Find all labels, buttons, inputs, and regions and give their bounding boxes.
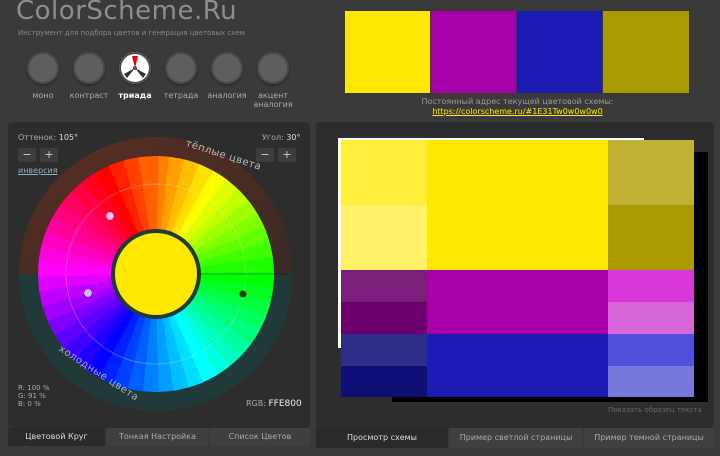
wheel-handle-b[interactable]	[84, 289, 92, 297]
mode-label: аналогия	[207, 91, 247, 100]
mode-label: моно	[32, 91, 54, 100]
analogy-dial-icon	[211, 52, 243, 84]
scheme-preview-panel: Показать образец текста	[316, 122, 714, 428]
color-wheel-panel: Оттенок: 105° − + инверсия Угол: 30° − +…	[8, 122, 310, 428]
selected-color-disc	[115, 233, 197, 315]
mode-label: триада	[118, 91, 152, 100]
tab-fine-tune[interactable]: Тонкая Настройка	[107, 428, 208, 446]
preview-secondary-b-dark1	[341, 334, 427, 366]
swatch-secondary-a[interactable]	[431, 11, 516, 93]
tab-color-wheel[interactable]: Цветовой Круг	[8, 428, 105, 446]
accent-analogy-dial-icon	[257, 52, 289, 84]
permalink-label: Постоянный адрес текущей цветовой схемы:	[421, 97, 614, 106]
tab-light-page-example[interactable]: Пример светлой страницы	[450, 428, 582, 448]
mono-dial-icon	[27, 52, 59, 84]
preview-primary	[427, 140, 608, 270]
preview-secondary-b-light2	[608, 366, 694, 397]
mode-mono[interactable]: моно	[20, 52, 66, 100]
site-tagline: Инструмент для подбора цветов и генераци…	[18, 29, 245, 37]
wheel-handle-a[interactable]	[106, 212, 114, 220]
swatch-secondary-b[interactable]	[517, 11, 602, 93]
preview-secondary-a	[427, 270, 608, 334]
swatch-complement[interactable]	[603, 11, 689, 93]
tab-dark-page-example[interactable]: Пример темной страницы	[584, 428, 714, 448]
preview-secondary-b-dark2	[341, 366, 427, 397]
mode-label: акцент аналогия	[253, 91, 293, 109]
preview-secondary-a-dark2	[341, 302, 427, 334]
rgb-hex-readout: RGB: FFE800	[246, 399, 302, 409]
tab-scheme-preview[interactable]: Просмотр схемы	[316, 428, 448, 448]
mode-triad[interactable]: триада	[112, 52, 158, 100]
swatch-primary[interactable]	[345, 11, 430, 93]
triad-pointer-icon	[124, 56, 146, 78]
mode-label: тетрада	[163, 91, 199, 100]
scheme-preview-grid	[341, 140, 694, 397]
mode-tetrad[interactable]: тетрада	[158, 52, 204, 100]
preview-secondary-b-light1	[608, 334, 694, 366]
mode-accent-analogy[interactable]: акцент аналогия	[250, 52, 296, 109]
color-wheel[interactable]	[18, 136, 298, 416]
preview-secondary-a-dark1	[341, 270, 427, 302]
site-logo[interactable]: ColorScheme.Ru	[16, 0, 237, 26]
preview-secondary-a-light2	[608, 302, 694, 334]
triad-dial-icon	[119, 52, 151, 84]
mode-analogy[interactable]: аналогия	[204, 52, 250, 100]
preview-primary-light1	[341, 140, 427, 205]
wheel-handle-c[interactable]	[239, 290, 247, 298]
preview-complement	[608, 205, 694, 270]
preview-primary-light2	[341, 205, 427, 270]
preview-secondary-b	[427, 334, 608, 397]
mode-label: контраст	[69, 91, 109, 100]
preview-complement-light	[608, 140, 694, 205]
tab-color-list[interactable]: Список Цветов	[210, 428, 310, 446]
rgb-hex-value: FFE800	[268, 399, 302, 409]
tetrad-dial-icon	[165, 52, 197, 84]
rgb-percentages: R: 100 % G: 91 % B: 0 %	[18, 384, 50, 408]
permalink-link[interactable]: https://colorscheme.ru/#1E31Tw0w0w0w0	[345, 107, 690, 116]
contrast-dial-icon	[73, 52, 105, 84]
preview-secondary-a-light1	[608, 270, 694, 302]
mode-contrast[interactable]: контраст	[66, 52, 112, 100]
show-sample-text-link[interactable]: Показать образец текста	[608, 406, 702, 414]
